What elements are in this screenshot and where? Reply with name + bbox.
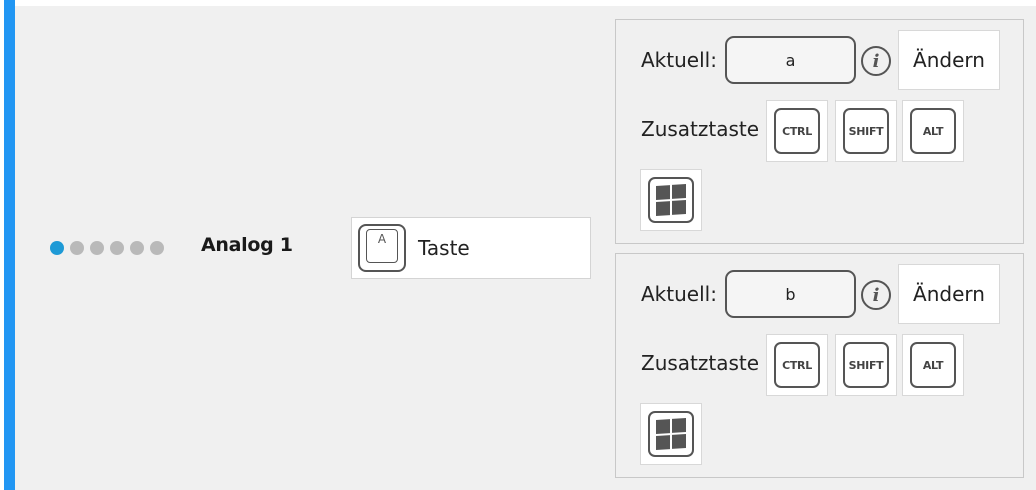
key-icon-letter: A (366, 229, 398, 263)
keyboard-key-icon: A (358, 224, 406, 272)
win-modifier-button[interactable] (640, 403, 702, 465)
windows-icon (648, 177, 694, 223)
info-icon[interactable]: i (861, 280, 891, 310)
channel-name: Analog 1 (201, 234, 293, 256)
win-modifier-button[interactable] (640, 169, 702, 231)
key-panel-2: Aktuell: b i Ändern Zusatztaste CTRL SHI… (615, 253, 1024, 478)
ctrl-modifier-button[interactable]: CTRL (766, 334, 828, 396)
modifier-label: Zusatztaste (641, 117, 760, 141)
position-dot[interactable] (150, 241, 164, 255)
position-dot[interactable] (90, 241, 104, 255)
key-panel-1: Aktuell: a i Ändern Zusatztaste CTRL SHI… (615, 19, 1024, 244)
mode-select[interactable]: A Taste (351, 217, 591, 279)
alt-modifier-button[interactable]: ALT (902, 334, 964, 396)
modifier-label: Zusatztaste (641, 351, 760, 375)
current-key-field[interactable]: b (725, 270, 856, 318)
mode-label: Taste (418, 236, 470, 260)
ctrl-key-label: CTRL (774, 342, 820, 388)
position-indicator (50, 240, 164, 256)
position-dot[interactable] (70, 241, 84, 255)
shift-key-label: SHIFT (843, 108, 889, 154)
alt-key-label: ALT (910, 108, 956, 154)
shift-modifier-button[interactable]: SHIFT (835, 100, 897, 162)
shift-modifier-button[interactable]: SHIFT (835, 334, 897, 396)
change-button[interactable]: Ändern (898, 264, 1000, 324)
current-label: Aktuell: (641, 48, 717, 72)
position-dot[interactable] (50, 241, 64, 255)
ctrl-modifier-button[interactable]: CTRL (766, 100, 828, 162)
current-label: Aktuell: (641, 282, 717, 306)
alt-key-label: ALT (910, 342, 956, 388)
position-dot[interactable] (110, 241, 124, 255)
windows-icon (648, 411, 694, 457)
alt-modifier-button[interactable]: ALT (902, 100, 964, 162)
ctrl-key-label: CTRL (774, 108, 820, 154)
change-button[interactable]: Ändern (898, 30, 1000, 90)
info-icon[interactable]: i (861, 46, 891, 76)
position-dot[interactable] (130, 241, 144, 255)
current-key-field[interactable]: a (725, 36, 856, 84)
shift-key-label: SHIFT (843, 342, 889, 388)
row-accent-bar (4, 0, 15, 490)
